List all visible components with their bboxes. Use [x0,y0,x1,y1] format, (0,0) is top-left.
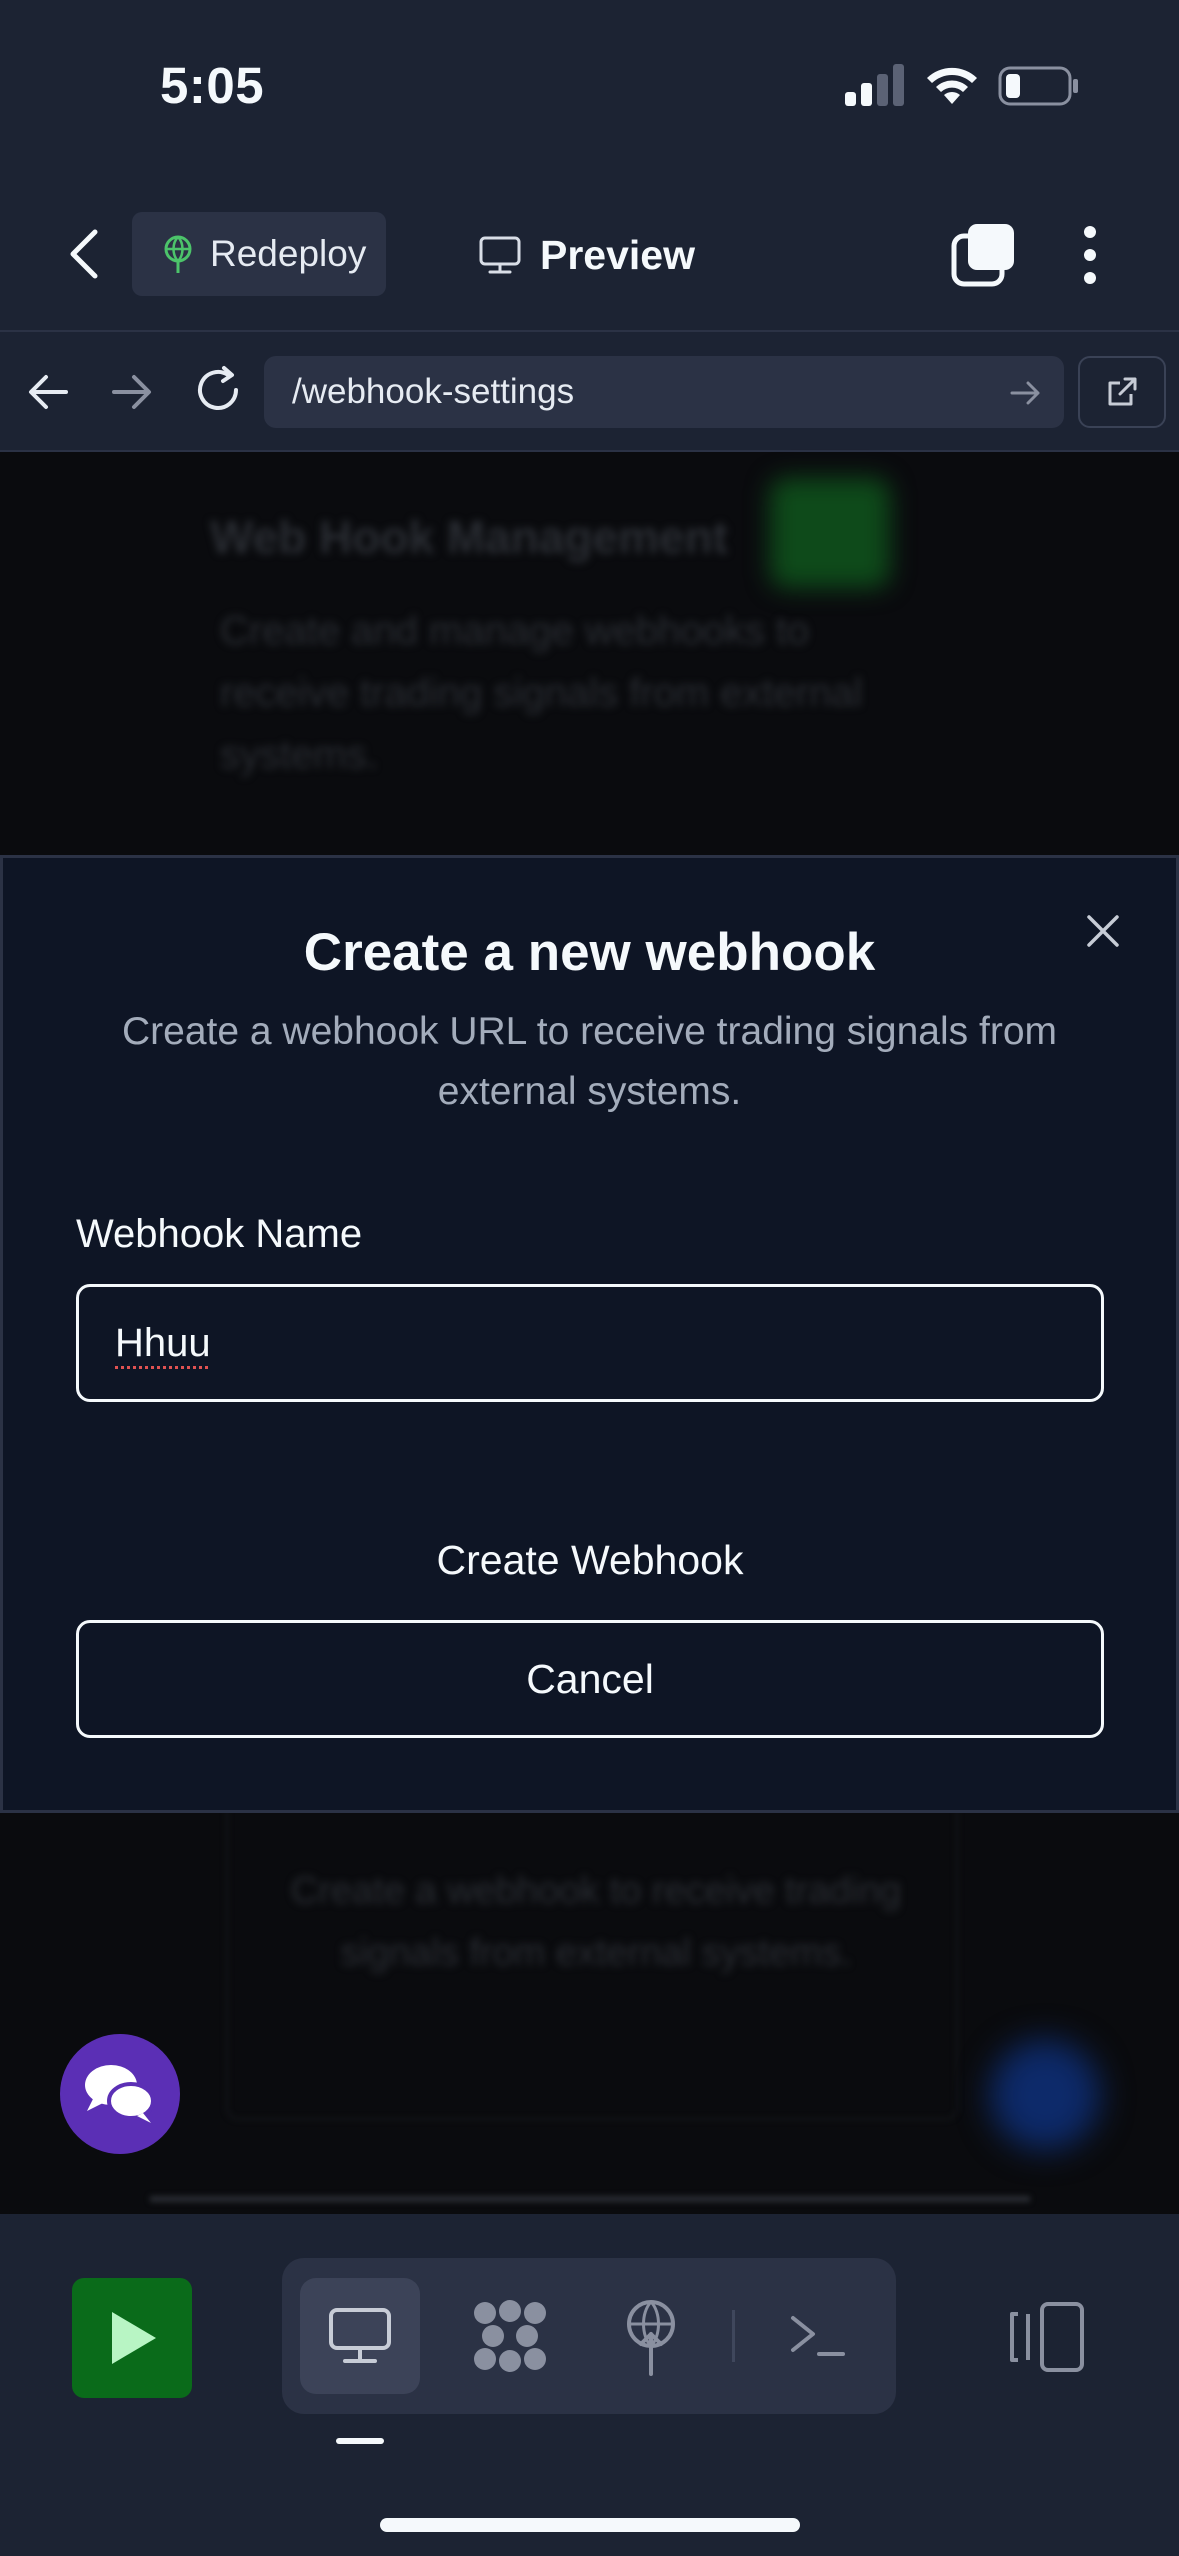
split-panel-icon[interactable] [1008,2300,1088,2374]
redeploy-button[interactable]: Redeploy [132,212,386,296]
battery-icon [998,66,1078,106]
background-add-button [770,478,890,588]
run-button[interactable] [72,2278,192,2398]
chat-button[interactable] [60,2034,180,2154]
open-external-button[interactable] [1078,356,1166,428]
go-arrow-icon[interactable] [1008,376,1044,410]
shell-tool-button[interactable] [780,2296,856,2376]
cluster-icon [474,2300,546,2372]
arrow-left-icon[interactable] [22,362,74,422]
tabs-icon[interactable] [950,222,1016,288]
background-page-title: Web Hook Management [210,511,728,563]
tool-separator [732,2310,735,2362]
back-button[interactable] [52,218,116,290]
background-divider [150,2196,1030,2202]
create-webhook-button[interactable]: Create Webhook [76,1520,1104,1600]
arrow-right-icon[interactable] [106,362,158,422]
background-blue-fab [990,2040,1100,2150]
wifi-icon [927,67,977,104]
cellular-signal-icon [845,64,904,106]
external-link-icon [1108,377,1137,406]
monitor-icon [479,236,521,274]
chat-bubbles-icon [85,2065,155,2123]
active-tool-indicator [336,2438,384,2444]
home-indicator [380,2518,800,2532]
globe-antenna-icon [164,235,192,273]
chevron-left-icon [70,229,98,279]
background-page-description: Create and manage webhooks to receive tr… [220,609,863,777]
monitor-icon [329,2308,391,2363]
terminal-icon [791,2316,845,2356]
close-icon[interactable] [1080,908,1126,954]
background-empty-text: Create a webhook to receive trading sign… [290,1870,902,1974]
preview-label: Preview [540,231,695,278]
reload-icon[interactable] [190,360,246,420]
status-time: 5:05 [160,57,265,114]
redeploy-label: Redeploy [210,233,367,274]
deploy-icon [627,2300,675,2376]
webhook-name-value: Hhuu [115,1320,211,1365]
webview-tool-button[interactable] [300,2278,420,2394]
deploy-tool-button[interactable] [606,2290,696,2386]
preview-tab[interactable]: Preview [478,220,695,290]
webhook-name-label: Webhook Name [76,1212,363,1256]
modal-description: Create a webhook URL to receive trading … [121,1010,1057,1113]
more-vertical-icon[interactable] [1072,222,1108,288]
modal-title: Create a new webhook [303,923,876,982]
workspace-tool-button[interactable] [458,2290,562,2382]
play-icon [112,2312,156,2364]
url-field[interactable]: /webhook-settings [264,356,1064,428]
cancel-button[interactable]: Cancel [76,1620,1104,1738]
webhook-name-input[interactable]: Hhuu [76,1284,1104,1402]
url-text: /webhook-settings [292,372,575,411]
